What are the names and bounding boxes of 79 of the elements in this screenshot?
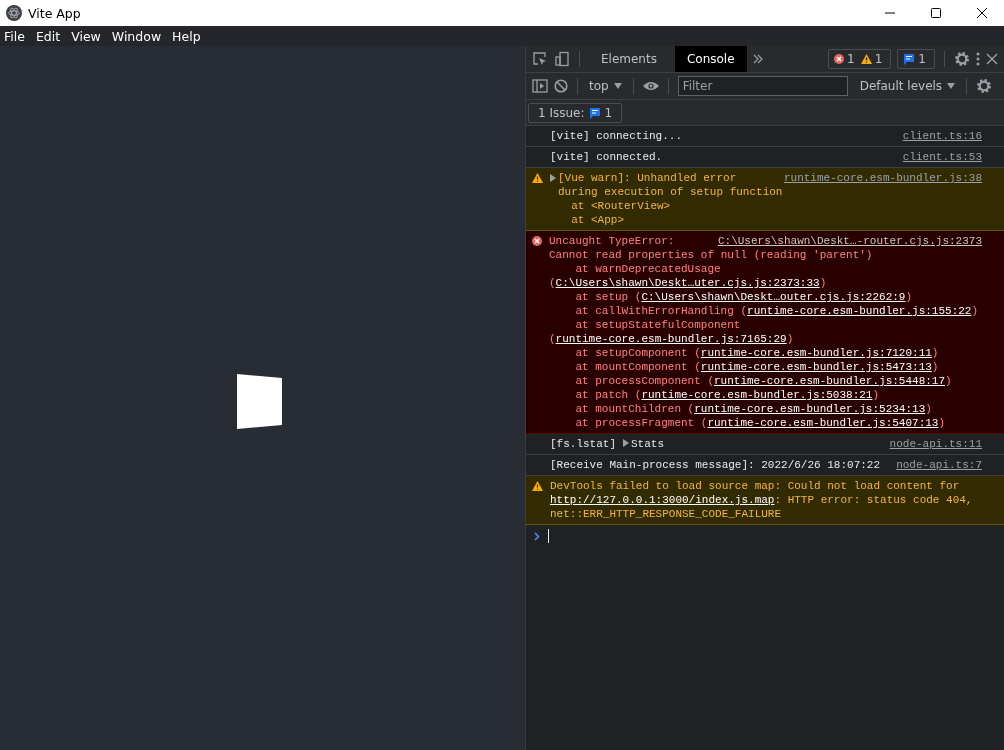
stack-frame: at processFragment (runtime-core.esm-bundler.js:5407:13) — [575, 417, 946, 429]
issues-counter-button[interactable]: 1 1 — [828, 49, 892, 69]
message-text: [vite] connecting... — [550, 130, 683, 142]
menu-item[interactable]: Help — [172, 28, 201, 44]
close-icon[interactable] — [976, 7, 988, 19]
source-link[interactable]: runtime-core.esm-bundler.js:38 — [783, 171, 982, 185]
caret-icon — [947, 83, 956, 89]
settings-icon[interactable] — [976, 78, 993, 94]
source-link[interactable]: C:\Users\shawn\Deskt…outer.cjs.js:2262:9 — [641, 291, 906, 303]
prompt-chevron-icon — [534, 531, 540, 541]
message-icon — [588, 106, 601, 119]
context-dropdown[interactable]: top — [587, 79, 624, 93]
source-link[interactable]: runtime-core.esm-bundler.js:5448:17 — [714, 375, 946, 387]
message-text: Cannot read properties of null (reading 'parent') — [549, 248, 874, 262]
sidebar-toggle-icon[interactable] — [532, 79, 548, 93]
menu-item[interactable]: Edit — [35, 28, 61, 44]
more-tabs-icon[interactable] — [752, 54, 763, 64]
stack-frame: at processComponent (runtime-core.esm-bundler.js:5448:17) — [575, 375, 952, 387]
source-link[interactable]: C:\Users\shawn\Deskt…-router.cjs.js:2373 — [717, 234, 982, 248]
maximize-icon[interactable] — [930, 7, 942, 19]
inspect-element-icon[interactable] — [532, 51, 548, 67]
message-text: Uncaught TypeError: — [549, 235, 675, 247]
message-text: [fs.lstat] — [550, 438, 616, 450]
source-link[interactable]: runtime-core.esm-bundler.js:5473:13 — [700, 361, 932, 373]
source-link[interactable]: client.ts:16 — [902, 129, 982, 143]
stack-frame: at patch (runtime-core.esm-bundler.js:5038:21) — [575, 389, 880, 401]
source-link[interactable]: C:\Users\shawn\Deskt…uter.cjs.js:2373:33 — [555, 277, 820, 289]
stack-frame: at setupStatefulComponent (runtime-core.esm-bundler.js:7165:29) — [549, 319, 794, 345]
stack-frame: at mountChildren (runtime-core.esm-bundler.js:5234:13) — [575, 403, 932, 415]
expand-triangle-icon[interactable] — [623, 439, 629, 447]
message-text: [Receive Main-process message]: 2022/6/26 18:07:22 — [550, 459, 881, 471]
caret-icon — [613, 83, 622, 89]
issues-label: 1 Issue: — [538, 105, 585, 120]
warning-icon — [860, 54, 872, 64]
issue-count: 1 — [604, 105, 613, 120]
expand-triangle-icon[interactable] — [550, 174, 556, 182]
eye-icon[interactable] — [642, 81, 659, 91]
menu-item[interactable]: Window — [111, 28, 162, 44]
source-link[interactable]: runtime-core.esm-bundler.js:5407:13 — [707, 417, 939, 429]
filter-field[interactable]: Filter — [677, 76, 848, 96]
source-link[interactable]: runtime-core.esm-bundler.js:5038:21 — [641, 389, 873, 401]
object-label[interactable]: Stats — [631, 438, 665, 450]
inline-link[interactable]: http://127.0.0.1:3000/index.js.map — [550, 494, 775, 506]
message-text: [vite] connected. — [550, 151, 663, 163]
warning-icon — [532, 481, 543, 491]
source-link[interactable]: node-api.ts:7 — [896, 458, 982, 472]
stack-frame: at callWithErrorHandling (runtime-core.esm-bundler.js:155:22) — [575, 305, 979, 317]
menu-item[interactable]: View — [71, 28, 101, 44]
error-icon — [532, 236, 542, 246]
panel-tab[interactable]: Elements — [589, 46, 669, 72]
device-toolbar-icon[interactable] — [554, 51, 570, 67]
app-icon — [6, 5, 22, 21]
clear-console-icon[interactable] — [554, 79, 568, 93]
stack-frame: at mountComponent (runtime-core.esm-bundler.js:5473:13) — [575, 361, 939, 373]
kebab-menu-icon[interactable] — [976, 52, 980, 66]
source-link[interactable]: runtime-core.esm-bundler.js:7165:29 — [555, 333, 787, 345]
message-icon — [903, 53, 916, 65]
stack-frame: at warnDeprecatedUsage (C:\Users\shawn\Deskt…uter.cjs.js:2373:33) — [549, 263, 827, 289]
message-text: DevTools failed to load source map: Could not load content for http://127.0.0.1:3000/index.js.map: HTTP error: status code 404, net::ERR_HTTP_RESPONSE_CODE_FAILURE — [550, 480, 974, 520]
stack-frame: at setup (C:\Users\shawn\Deskt…outer.cjs.js:2262:9) — [575, 291, 913, 303]
panel-tab[interactable]: Console — [674, 46, 747, 72]
error-count: 1 — [847, 52, 855, 66]
source-link[interactable]: client.ts:53 — [902, 150, 982, 164]
error-icon — [834, 54, 845, 64]
source-link[interactable]: runtime-core.esm-bundler.js:155:22 — [747, 305, 972, 317]
source-link[interactable]: runtime-core.esm-bundler.js:7120:11 — [700, 347, 932, 359]
window-title: Vite App — [28, 5, 81, 21]
levels-dropdown[interactable]: Default levels — [857, 79, 958, 93]
warning-count: 1 — [874, 52, 883, 66]
settings-icon[interactable] — [954, 51, 970, 67]
menu-item[interactable]: File — [4, 28, 25, 44]
stack-frame: at setupComponent (runtime-core.esm-bundler.js:7120:11) — [575, 347, 939, 359]
issue-count-button[interactable]: 1 — [897, 49, 935, 69]
issue-count: 1 — [918, 52, 926, 66]
warning-icon — [532, 173, 543, 183]
issues-button[interactable]: 1 Issue: 1 — [528, 102, 623, 123]
source-link[interactable]: runtime-core.esm-bundler.js:5234:13 — [694, 403, 926, 415]
source-link[interactable]: node-api.ts:11 — [889, 437, 982, 451]
message-text: [Vue warn]: Unhandled error during execution of setup function at <RouterView> at <App> — [558, 172, 783, 226]
